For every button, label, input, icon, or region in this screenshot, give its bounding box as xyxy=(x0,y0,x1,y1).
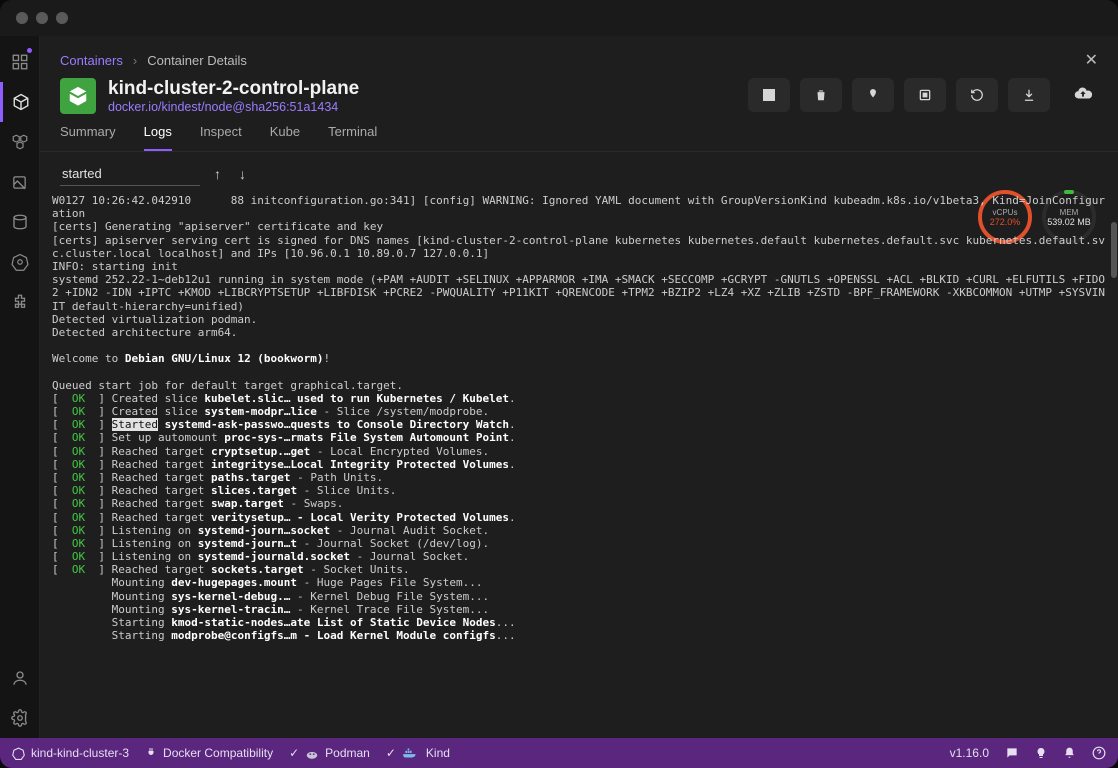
status-feedback[interactable] xyxy=(1005,746,1019,760)
cloud-upload-icon[interactable] xyxy=(1068,78,1098,108)
kind-icon xyxy=(402,747,420,759)
podman-icon xyxy=(305,747,319,759)
update-dot-icon xyxy=(27,48,32,53)
tab-terminal[interactable]: Terminal xyxy=(328,124,377,151)
scroll-up-icon[interactable]: ↑ xyxy=(210,164,225,184)
open-browser-button[interactable] xyxy=(904,78,946,112)
check-icon: ✓ xyxy=(289,746,299,760)
page-title: kind-cluster-2-control-plane xyxy=(108,78,359,100)
tab-kube[interactable]: Kube xyxy=(270,124,300,151)
sidebar-item-extensions[interactable] xyxy=(0,282,40,322)
status-help[interactable] xyxy=(1092,746,1106,760)
breadcrumb: Containers › Container Details ✕ xyxy=(40,36,1118,72)
delete-button[interactable] xyxy=(800,78,842,112)
status-podman[interactable]: ✓ Podman xyxy=(289,746,370,760)
window-zoom-dot[interactable] xyxy=(56,12,68,24)
status-bar: kind-kind-cluster-3 Docker Compatibility… xyxy=(0,738,1118,768)
status-kind[interactable]: ✓ Kind xyxy=(386,746,450,760)
status-notifications[interactable] xyxy=(1063,746,1076,760)
bulb-icon xyxy=(1035,746,1047,760)
bell-icon xyxy=(1063,746,1076,760)
sidebar-item-volumes[interactable] xyxy=(0,202,40,242)
close-panel-button[interactable]: ✕ xyxy=(1085,50,1098,70)
tab-inspect[interactable]: Inspect xyxy=(200,124,242,151)
scrollbar-thumb[interactable] xyxy=(1111,222,1117,278)
sidebar-item-account[interactable] xyxy=(0,658,40,698)
status-docker-compat[interactable]: Docker Compatibility xyxy=(145,746,273,760)
restart-button[interactable] xyxy=(956,78,998,112)
stop-button[interactable] xyxy=(748,78,790,112)
chevron-right-icon: › xyxy=(133,53,137,68)
sidebar-item-kubernetes[interactable] xyxy=(0,242,40,282)
scroll-down-icon[interactable]: ↓ xyxy=(235,164,250,184)
breadcrumb-root[interactable]: Containers xyxy=(60,53,123,68)
sidebar-item-images[interactable] xyxy=(0,162,40,202)
status-version: v1.16.0 xyxy=(950,746,989,760)
window-close-dot[interactable] xyxy=(16,12,28,24)
status-context[interactable]: kind-kind-cluster-3 xyxy=(12,746,129,760)
sidebar-item-settings[interactable] xyxy=(0,698,40,738)
tab-logs[interactable]: Logs xyxy=(144,124,172,151)
deploy-button[interactable] xyxy=(852,78,894,112)
window-minimize-dot[interactable] xyxy=(36,12,48,24)
plug-icon xyxy=(145,747,157,759)
tab-summary[interactable]: Summary xyxy=(60,124,116,151)
sidebar-item-pods[interactable] xyxy=(0,122,40,162)
help-icon xyxy=(1092,746,1106,760)
container-icon xyxy=(60,78,96,114)
check-icon: ✓ xyxy=(386,746,396,760)
page-subtitle[interactable]: docker.io/kindest/node@sha256:51a1434 xyxy=(108,100,359,114)
log-output[interactable]: W0127 10:26:42.042910 88 initconfigurati… xyxy=(40,192,1118,738)
sidebar xyxy=(0,36,40,738)
title-bar xyxy=(0,0,1118,36)
download-button[interactable] xyxy=(1008,78,1050,112)
chat-icon xyxy=(1005,746,1019,760)
sidebar-item-containers[interactable] xyxy=(0,82,40,122)
k8s-icon xyxy=(12,747,25,760)
sidebar-item-dashboard[interactable] xyxy=(0,42,40,82)
log-filter-input[interactable] xyxy=(60,162,200,186)
status-bulb[interactable] xyxy=(1035,746,1047,760)
breadcrumb-current: Container Details xyxy=(147,53,247,68)
tab-bar: Summary Logs Inspect Kube Terminal xyxy=(40,116,1118,152)
